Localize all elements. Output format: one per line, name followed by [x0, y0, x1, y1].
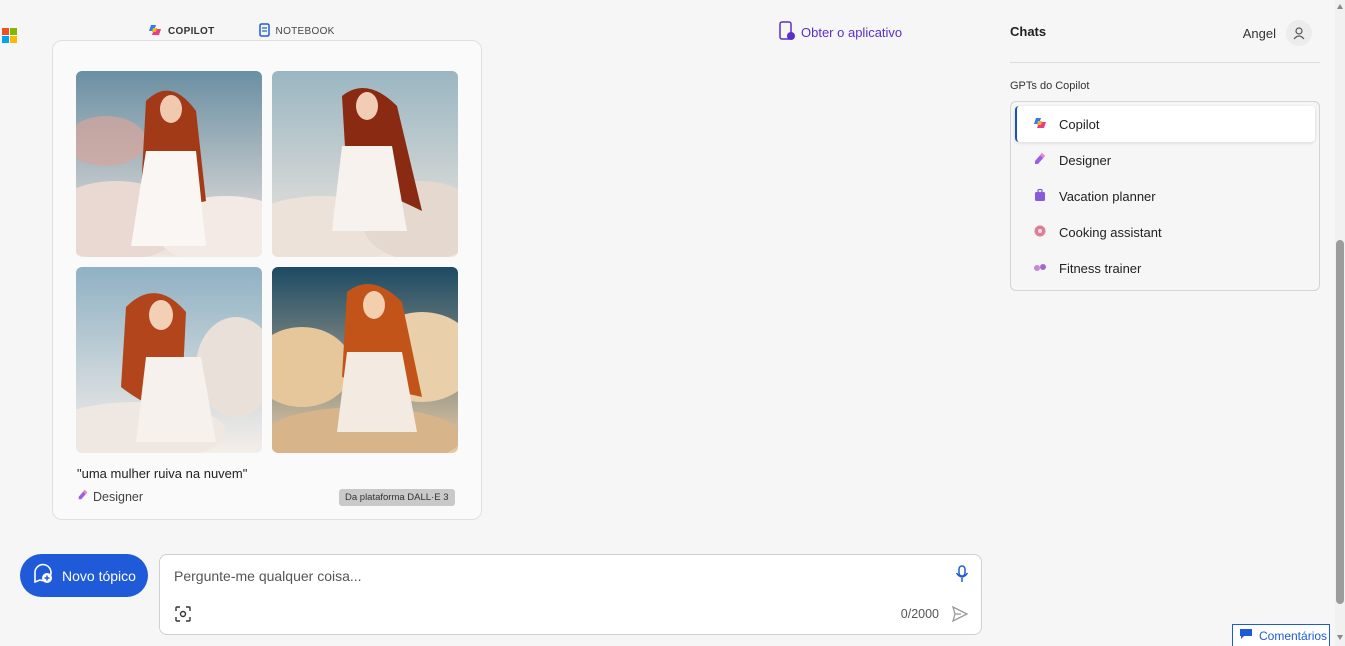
gpt-label: Copilot — [1059, 116, 1100, 132]
generated-image-1[interactable] — [76, 71, 262, 257]
generated-image-4[interactable] — [272, 267, 458, 453]
gpt-item-fitness-trainer[interactable]: Fitness trainer — [1015, 250, 1315, 286]
gpt-item-cooking-assistant[interactable]: Cooking assistant — [1015, 214, 1315, 250]
notebook-icon — [258, 22, 270, 40]
designer-label: Designer — [93, 489, 144, 504]
generated-image-3[interactable] — [76, 267, 262, 453]
scrollbar[interactable] — [1335, 0, 1345, 646]
scroll-thumb[interactable] — [1336, 240, 1344, 604]
gpt-label: Designer — [1059, 152, 1112, 168]
copilot-icon — [1033, 116, 1047, 133]
generated-image-2[interactable] — [272, 71, 458, 257]
designer-icon — [1033, 152, 1047, 169]
suitcase-icon — [1033, 188, 1047, 205]
new-topic-button[interactable]: Novo tópico — [20, 554, 148, 597]
tab-label: COPILOT — [168, 25, 215, 37]
chats-title: Chats — [1010, 24, 1047, 39]
scroll-up-arrow-icon[interactable] — [1337, 4, 1343, 9]
composer: 0/2000 — [159, 554, 982, 635]
phone-icon — [779, 21, 795, 44]
dumbbell-icon — [1033, 260, 1047, 277]
feedback-label: Comentários — [1259, 628, 1328, 643]
designer-icon — [77, 489, 89, 504]
copilot-icon — [148, 23, 162, 40]
char-counter: 0/2000 — [900, 607, 939, 621]
gpt-label: Fitness trainer — [1059, 260, 1142, 276]
donut-icon — [1033, 224, 1047, 241]
divider — [1010, 62, 1320, 63]
gpts-title: GPTs do Copilot — [1010, 80, 1090, 92]
image-result-card: "uma mulher ruiva na nuvem" Designer Da … — [52, 40, 482, 520]
feedback-button[interactable]: Comentários — [1232, 624, 1330, 646]
gpt-label: Cooking assistant — [1059, 224, 1162, 240]
user-icon — [1293, 27, 1305, 40]
gpt-item-vacation-planner[interactable]: Vacation planner — [1015, 178, 1315, 214]
get-app-link[interactable]: Obter o aplicativo — [779, 21, 902, 44]
avatar[interactable] — [1286, 20, 1312, 46]
scroll-down-arrow-icon[interactable] — [1337, 635, 1343, 640]
gpt-item-designer[interactable]: Designer — [1015, 142, 1315, 178]
designer-tag[interactable]: Designer — [77, 489, 143, 504]
visual-search-icon[interactable] — [174, 605, 192, 628]
gpt-item-copilot[interactable]: Copilot — [1015, 106, 1315, 142]
user-name: Angel — [1242, 25, 1276, 41]
tab-label: NOTEBOOK — [275, 25, 335, 37]
get-app-label: Obter o aplicativo — [801, 25, 903, 40]
dalle-badge: Da plataforma DALL·E 3 — [339, 489, 455, 506]
new-topic-label: Novo tópico — [62, 567, 136, 584]
comment-icon — [1239, 628, 1253, 643]
gpt-label: Vacation planner — [1059, 188, 1156, 204]
image-prompt-caption: "uma mulher ruiva na nuvem" — [77, 466, 248, 481]
gpt-list: Copilot Designer Vacation planner Cookin… — [1010, 101, 1320, 291]
chat-input[interactable] — [174, 566, 934, 586]
user-menu[interactable]: Angel — [1243, 20, 1312, 46]
new-chat-icon — [32, 563, 54, 588]
microphone-icon[interactable] — [955, 565, 969, 588]
microsoft-logo[interactable] — [2, 28, 17, 43]
send-icon[interactable] — [951, 605, 969, 628]
